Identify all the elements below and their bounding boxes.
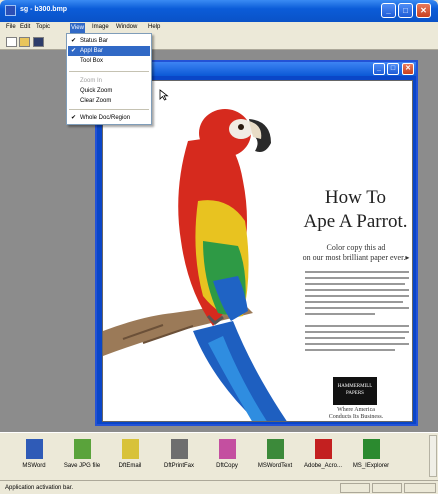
menu-file[interactable]: File: [6, 24, 16, 30]
menu-edit[interactable]: Edit: [20, 24, 30, 30]
ad-subhead-line2: on our most brilliant paper ever.▸: [302, 253, 410, 262]
status-pane: [404, 483, 436, 493]
acrobat-icon: [315, 439, 332, 459]
app-dft-copy[interactable]: DftCopy: [203, 435, 251, 479]
menu-help[interactable]: Help: [148, 24, 160, 30]
menu-window[interactable]: Window: [116, 24, 137, 30]
app-ms-iexplorer[interactable]: MS_IExplorer: [347, 435, 395, 479]
menu-item-clear-zoom[interactable]: Clear Zoom: [68, 96, 150, 106]
menu-item-whole-doc-region[interactable]: ✔ Whole Doc/Region: [68, 113, 150, 123]
menu-separator: [69, 109, 149, 110]
ad-headline-line2: Ape A Parrot.: [303, 211, 408, 232]
app-dft-print-fax[interactable]: DftPrintFax: [155, 435, 203, 479]
status-text: Application activation bar.: [5, 485, 74, 491]
ad-subhead-line1: Color copy this ad: [326, 243, 386, 252]
printer-icon: [171, 439, 188, 459]
app-msword[interactable]: MSWord: [10, 435, 58, 479]
app-msword-text[interactable]: MSWordText: [251, 435, 299, 479]
doc-maximize-button[interactable]: □: [387, 63, 399, 75]
menu-separator: [69, 71, 149, 72]
ad-tagline-line1: Where America: [337, 407, 375, 413]
menu-topic[interactable]: Topic: [36, 24, 50, 30]
menu-item-zoom-in: Zoom In: [80, 78, 103, 84]
menu-item-appl-bar[interactable]: ✔ Appl Bar: [68, 46, 150, 56]
app-dft-email[interactable]: DftEmail: [106, 435, 154, 479]
title-bar: sg - b300.bmp _ □ ✕: [0, 0, 438, 22]
menu-item-quick-zoom[interactable]: Quick Zoom: [68, 86, 150, 96]
app-adobe-acrobat[interactable]: Adobe_Acro...: [299, 435, 347, 479]
minimize-button[interactable]: _: [381, 3, 396, 18]
menu-view[interactable]: View: [70, 23, 85, 33]
ad-tagline-line2: Conducts Its Business.: [328, 414, 384, 420]
doc-minimize-button[interactable]: _: [373, 63, 385, 75]
application-bar: MSWord Save JPG file DftEmail DftPrintFa…: [0, 432, 438, 480]
close-button[interactable]: ✕: [416, 3, 431, 18]
app-save-jpg[interactable]: Save JPG file: [58, 435, 106, 479]
window-title: sg - b300.bmp: [20, 6, 68, 13]
document-image[interactable]: How To Ape A Parrot. Color copy this ad …: [102, 80, 413, 422]
save-disk-icon[interactable]: [33, 37, 44, 47]
mouse-cursor-icon: [159, 89, 169, 101]
appbar-scrollbar[interactable]: [429, 435, 437, 477]
msword-icon: [26, 439, 43, 459]
status-pane: [372, 483, 402, 493]
ie-icon: [363, 439, 380, 459]
new-file-icon[interactable]: [6, 37, 17, 47]
maximize-button[interactable]: □: [398, 3, 413, 18]
email-icon: [122, 439, 139, 459]
check-icon: ✔: [71, 48, 77, 54]
ad-headline-line1: How To: [324, 187, 387, 208]
status-pane: [340, 483, 370, 493]
check-icon: ✔: [71, 115, 77, 121]
view-menu-dropdown: ✔ Status Bar ✔ Appl Bar Tool Box Zoom In…: [66, 33, 152, 125]
copier-icon: [219, 439, 236, 459]
menu-item-status-bar[interactable]: ✔ Status Bar: [68, 36, 150, 46]
msword-text-icon: [267, 439, 284, 459]
app-icon: [5, 5, 16, 16]
menu-item-tool-box[interactable]: Tool Box: [68, 56, 150, 66]
menu-image[interactable]: Image: [92, 24, 109, 30]
status-bar: Application activation bar.: [0, 480, 438, 494]
hammermill-logo: HAMMERMILL PAPERS: [333, 377, 377, 405]
check-icon: ✔: [71, 38, 77, 44]
save-jpg-icon: [74, 439, 91, 459]
open-folder-icon[interactable]: [19, 37, 30, 47]
doc-close-button[interactable]: ✕: [402, 63, 414, 75]
